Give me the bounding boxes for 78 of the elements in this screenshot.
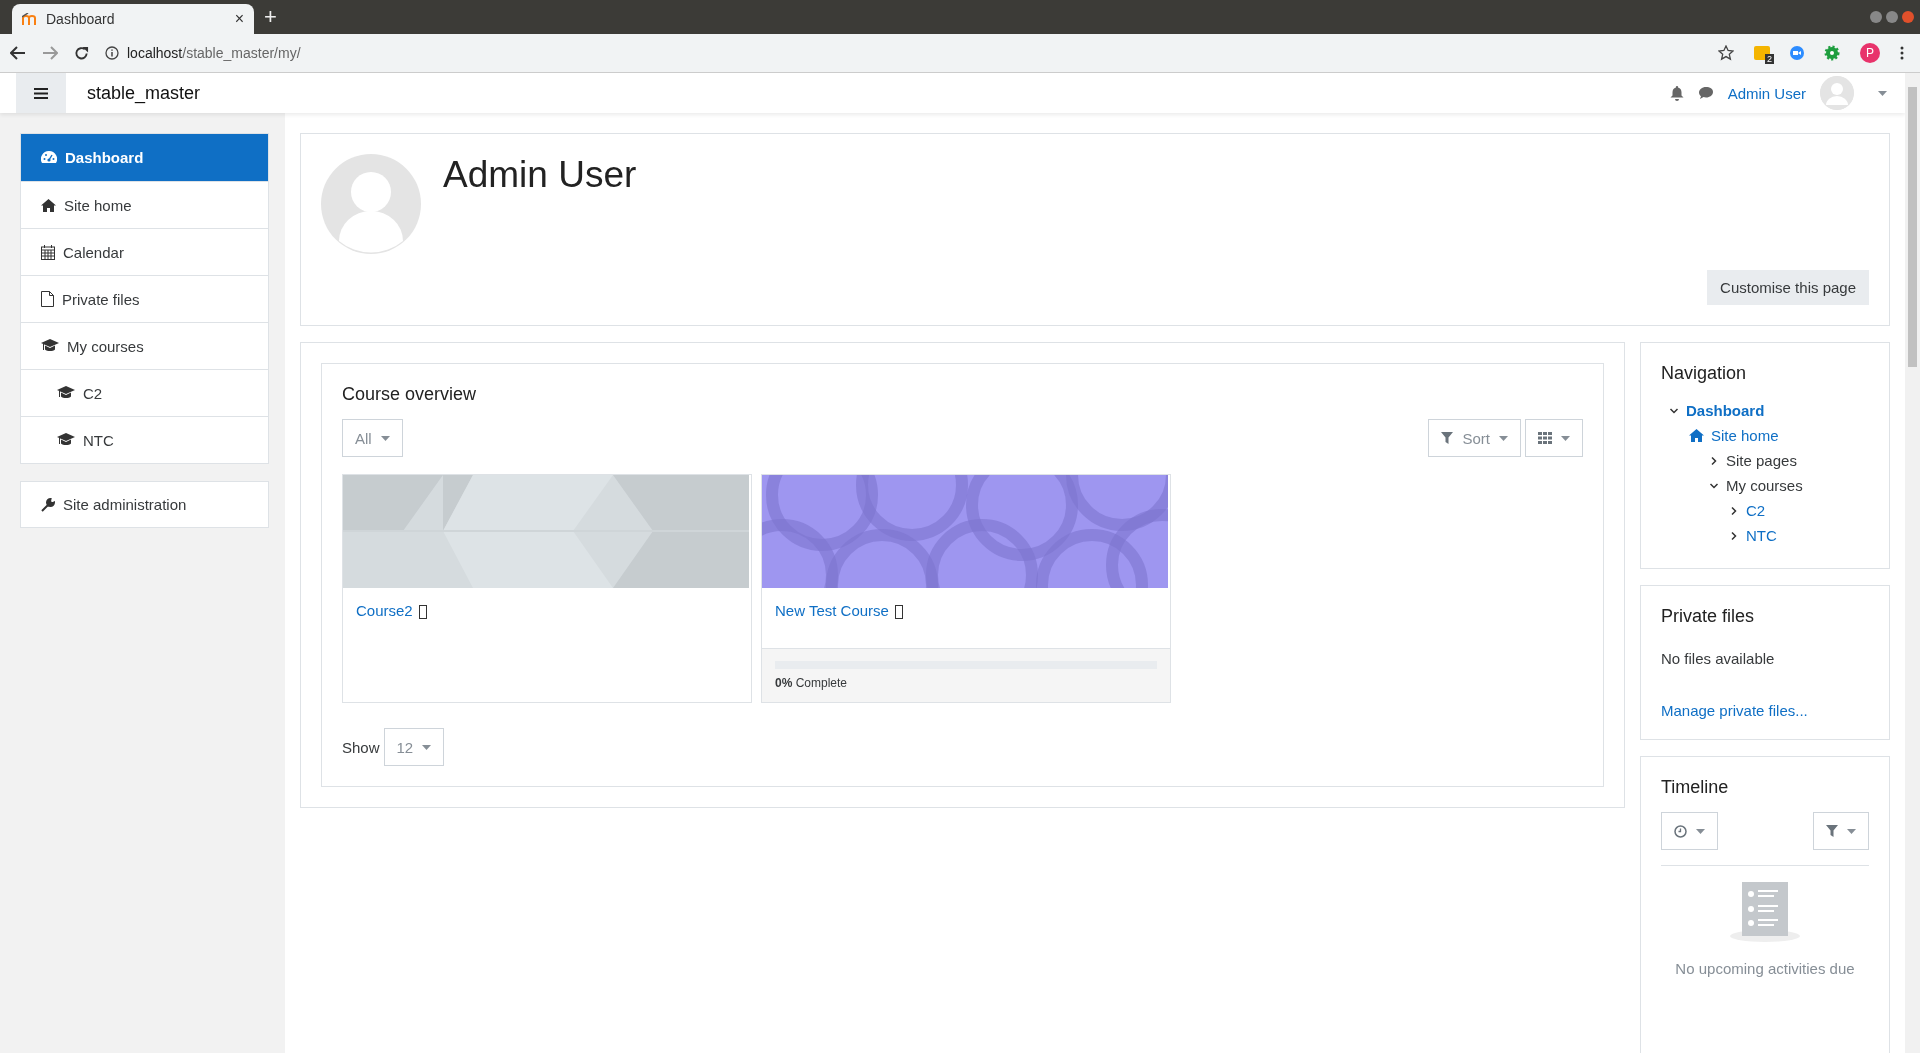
house-icon	[1689, 429, 1704, 442]
empty-message: No upcoming activities due	[1675, 960, 1855, 977]
menu-icon	[34, 87, 48, 99]
tree-item[interactable]: Site home	[1689, 423, 1869, 448]
tree-item[interactable]: Dashboard	[1669, 398, 1869, 423]
chevron-right-icon	[1709, 455, 1719, 466]
back-arrow-icon[interactable]	[10, 46, 26, 60]
missing-glyph-icon	[418, 605, 427, 619]
tab-title: Dashboard	[46, 11, 116, 27]
block-title: Timeline	[1661, 777, 1730, 798]
star-icon[interactable]	[1718, 45, 1734, 61]
caret-icon	[380, 435, 390, 441]
kebab-menu-icon[interactable]	[1900, 46, 1904, 60]
tree-item[interactable]: My courses	[1709, 473, 1869, 498]
profile-avatar[interactable]: P	[1860, 43, 1880, 63]
site-name[interactable]: stable_master	[87, 82, 201, 104]
funnel-icon	[1441, 432, 1454, 444]
course-link[interactable]: Course2	[356, 602, 413, 619]
empty-message: No files available	[1661, 650, 1776, 667]
chat-bubble-icon[interactable]	[1697, 86, 1714, 100]
bell-icon[interactable]	[1669, 85, 1684, 101]
drawer-item[interactable]: Dashboard	[21, 134, 268, 181]
wrench-icon	[41, 497, 55, 512]
graduation-cap-icon	[57, 386, 75, 400]
tab-close-button[interactable]: ×	[234, 10, 244, 28]
url-text[interactable]: localhost/stable_master/my/	[127, 45, 301, 61]
caret-icon	[1696, 828, 1705, 834]
dropdown-caret-icon	[1878, 90, 1887, 96]
close-button[interactable]	[1902, 11, 1914, 23]
block-title: Course overview	[342, 384, 478, 405]
caret-icon	[1847, 828, 1856, 834]
camera-extension-icon[interactable]	[1790, 46, 1804, 60]
customise-button[interactable]: Customise this page	[1707, 270, 1869, 305]
progress-text: 0% Complete	[775, 676, 848, 690]
chevron-right-icon	[1729, 505, 1739, 516]
chevron-right-icon	[1729, 530, 1739, 541]
extension-icon[interactable]	[1754, 46, 1770, 60]
tree-item[interactable]: Site pages	[1709, 448, 1869, 473]
reload-icon[interactable]	[74, 45, 89, 61]
browser-tab[interactable]: Dashboard ×	[12, 4, 254, 34]
list-document-icon	[1729, 882, 1801, 942]
graduation-cap-icon	[57, 433, 75, 447]
course-link[interactable]: New Test Course	[775, 602, 889, 619]
gauge-icon	[41, 150, 57, 165]
logo-icon	[22, 13, 38, 25]
block-title: Private files	[1661, 606, 1756, 627]
user-name-heading: Admin User	[443, 154, 637, 197]
missing-glyph-icon	[894, 605, 903, 619]
caret-icon	[1561, 435, 1570, 441]
graduation-cap-icon	[41, 339, 59, 353]
funnel-icon	[1826, 825, 1838, 837]
sort-filter-dropdown[interactable]	[1813, 812, 1869, 850]
maximize-button[interactable]	[1886, 11, 1898, 23]
caret-icon	[422, 744, 432, 750]
calendar-icon	[41, 244, 55, 260]
new-tab-button[interactable]: +	[264, 4, 277, 30]
house-icon	[41, 198, 56, 212]
tree-item[interactable]: NTC	[1729, 523, 1869, 548]
clock-icon	[1674, 824, 1687, 838]
caret-icon	[1499, 435, 1508, 441]
manage-files-link[interactable]: Manage private files...	[1661, 702, 1808, 719]
file-icon	[41, 291, 54, 307]
extension-badge: 2	[1765, 54, 1774, 64]
drawer-item[interactable]: Site administration	[20, 481, 269, 528]
grid-icon	[1538, 432, 1552, 444]
forward-arrow-icon[interactable]	[42, 46, 58, 60]
scrollbar[interactable]	[1905, 73, 1920, 1053]
tree-item[interactable]: C2	[1729, 498, 1869, 523]
date-filter-dropdown[interactable]	[1661, 812, 1718, 850]
menu-button[interactable]	[16, 73, 66, 113]
block-title: Navigation	[1661, 363, 1748, 384]
user-menu-name[interactable]: Admin User	[1727, 84, 1806, 102]
avatar-icon	[321, 154, 421, 254]
info-icon[interactable]	[105, 46, 119, 60]
gear-extension-icon[interactable]	[1824, 45, 1840, 61]
minimize-button[interactable]	[1870, 11, 1882, 23]
show-label: Show	[342, 738, 380, 756]
view-dropdown[interactable]	[1525, 419, 1583, 457]
